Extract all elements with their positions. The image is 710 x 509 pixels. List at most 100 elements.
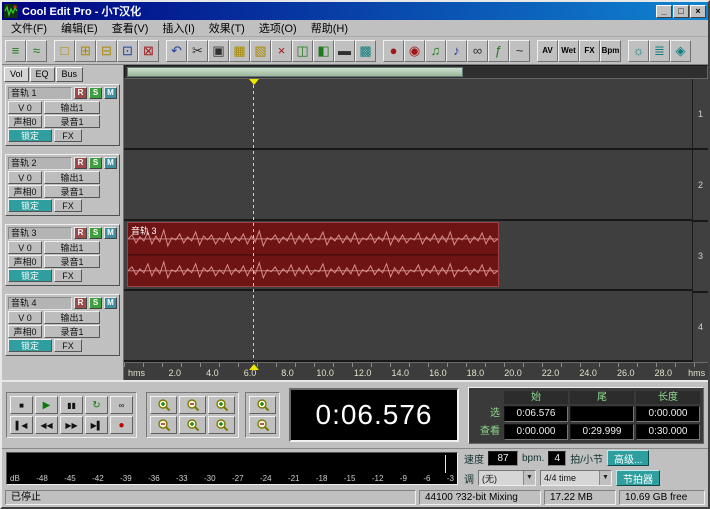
menu-edit[interactable]: 编辑(E) (54, 19, 105, 37)
metronome-button[interactable]: 节拍器 (616, 470, 660, 486)
playhead-cursor[interactable] (253, 79, 254, 362)
output-button[interactable]: 输出1 (44, 101, 100, 114)
lock-time-icon[interactable]: ▩ (355, 39, 376, 62)
mute-block-icon[interactable]: ▬ (334, 39, 355, 62)
solo-button[interactable]: S (89, 227, 102, 239)
track-lane-2[interactable] (124, 149, 692, 221)
solo-button[interactable]: S (89, 157, 102, 169)
mute-button[interactable]: M (104, 297, 117, 309)
copy-icon[interactable]: ▣ (208, 39, 229, 62)
lock-button[interactable]: 锁定 (8, 269, 52, 282)
track-lane-4[interactable] (124, 291, 692, 362)
menu-file[interactable]: 文件(F) (4, 19, 54, 37)
delete-block-icon[interactable]: × (271, 39, 292, 62)
output-button[interactable]: 输出1 (44, 171, 100, 184)
zoom-out-full-icon[interactable] (150, 416, 177, 434)
go-to-end-icon[interactable]: ▶▌ (85, 416, 108, 434)
punch-in-icon[interactable]: ◉ (404, 39, 425, 62)
output-button[interactable]: 输出1 (44, 311, 100, 324)
cut-icon[interactable]: ✂ (187, 39, 208, 62)
title-bar[interactable]: Cool Edit Pro - 小T汉化 _ □ × (2, 2, 708, 20)
pan-button[interactable]: 声相0 (8, 115, 42, 128)
fx-button[interactable]: FX (54, 129, 82, 142)
output-button[interactable]: 输出1 (44, 241, 100, 254)
selection-end-value[interactable] (570, 405, 634, 422)
mute-button[interactable]: M (104, 227, 117, 239)
tab-bus[interactable]: Bus (55, 67, 84, 82)
paste-icon[interactable]: ▦ (229, 39, 250, 62)
insert-midi-icon[interactable]: ♪ (446, 39, 467, 62)
record-arm-icon[interactable]: ● (383, 39, 404, 62)
track-lane-1[interactable] (124, 79, 692, 150)
volume-button[interactable]: V 0 (8, 171, 42, 184)
volume-button[interactable]: V 0 (8, 101, 42, 114)
level-meter[interactable]: dB -48 -45 -42 -39 -36 -33 -30 -27 -24 -… (6, 451, 458, 485)
chevron-down-icon[interactable]: ▼ (523, 471, 535, 485)
volume-button[interactable]: V 0 (8, 241, 42, 254)
zoom-full-icon[interactable] (249, 396, 276, 414)
menu-insert[interactable]: 插入(I) (155, 19, 201, 37)
multitrack-view-icon[interactable]: ≡ (5, 39, 26, 62)
waveform-view-icon[interactable]: ≈ (26, 39, 47, 62)
pan-button[interactable]: 声相0 (8, 325, 42, 338)
selection-start-value[interactable]: 0:06.576 (504, 405, 568, 422)
lock-button[interactable]: 锁定 (8, 199, 52, 212)
track-name[interactable]: 音轨 4 (8, 297, 72, 310)
key-select[interactable]: (无) ▼ (478, 470, 536, 486)
metronome-icon[interactable]: ☼ (628, 39, 649, 62)
record-device-button[interactable]: 录音1 (44, 325, 100, 338)
zoom-left-edge-icon[interactable] (179, 416, 206, 434)
open-session-icon[interactable]: ⊞ (75, 39, 96, 62)
pause-icon[interactable]: ▮▮ (60, 396, 83, 414)
fx-button[interactable]: FX (54, 339, 82, 352)
split-block-icon[interactable]: ◫ (292, 39, 313, 62)
bpm-calculator-icon[interactable]: Bpm (600, 39, 621, 62)
view-start-value[interactable]: 0:00.000 (504, 423, 568, 440)
playhead-marker-bottom[interactable] (249, 364, 259, 370)
solo-button[interactable]: S (89, 297, 102, 309)
wet-dry-icon[interactable]: Wet (558, 39, 579, 62)
fast-forward-icon[interactable]: ▶▶ (60, 416, 83, 434)
zoom-selection-icon[interactable] (208, 396, 235, 414)
new-session-icon[interactable]: □ (54, 39, 75, 62)
menu-help[interactable]: 帮助(H) (304, 19, 355, 37)
menu-options[interactable]: 选项(O) (252, 19, 304, 37)
play-icon[interactable]: ▶ (35, 396, 58, 414)
selection-length-value[interactable]: 0:00.000 (636, 405, 700, 422)
menu-effects[interactable]: 效果(T) (202, 19, 252, 37)
record-icon[interactable]: ● (110, 416, 133, 434)
menu-view[interactable]: 查看(V) (105, 19, 156, 37)
tracks-canvas[interactable]: 音轨 3 (124, 79, 692, 362)
envelope-edit-icon[interactable]: ƒ (488, 39, 509, 62)
time-display[interactable]: 0:06.576 (289, 388, 459, 442)
horizontal-scrollbar[interactable] (124, 65, 708, 79)
zoom-in-icon[interactable] (150, 396, 177, 414)
tab-vol[interactable]: Vol (4, 67, 29, 82)
play-looped-icon[interactable]: ↻ (85, 396, 108, 414)
lock-button[interactable]: 锁定 (8, 339, 52, 352)
record-arm-button[interactable]: R (74, 227, 87, 239)
time-signature-select[interactable]: 4/4 time ▼ (540, 470, 612, 486)
track-name[interactable]: 音轨 1 (8, 87, 72, 100)
zoom-vertical-icon[interactable] (249, 416, 276, 434)
beats-per-bar-field[interactable]: 4 (548, 450, 567, 466)
session-info-icon[interactable]: ◈ (670, 39, 691, 62)
undo-icon[interactable]: ↶ (166, 39, 187, 62)
record-device-button[interactable]: 录音1 (44, 255, 100, 268)
record-arm-button[interactable]: R (74, 297, 87, 309)
pan-button[interactable]: 声相0 (8, 255, 42, 268)
zoom-out-icon[interactable] (179, 396, 206, 414)
track-lane-3[interactable]: 音轨 3 (124, 220, 692, 292)
close-icon[interactable]: × (690, 4, 706, 18)
mix-paste-icon[interactable]: ▧ (250, 39, 271, 62)
mute-button[interactable]: M (104, 87, 117, 99)
view-length-value[interactable]: 0:30.000 (636, 423, 700, 440)
av-sync-icon[interactable]: AV (537, 39, 558, 62)
time-ruler[interactable]: hms 2.0 4.0 6.0 8.0 10.0 12.0 14.0 16.0 … (124, 362, 708, 380)
export-mixdown-icon[interactable]: ⊠ (138, 39, 159, 62)
solo-button[interactable]: S (89, 87, 102, 99)
maximize-icon[interactable]: □ (673, 4, 689, 18)
append-file-icon[interactable]: ⊟ (96, 39, 117, 62)
scrollbar-thumb[interactable] (127, 67, 463, 77)
bpm-value-field[interactable]: 87 (488, 450, 518, 466)
